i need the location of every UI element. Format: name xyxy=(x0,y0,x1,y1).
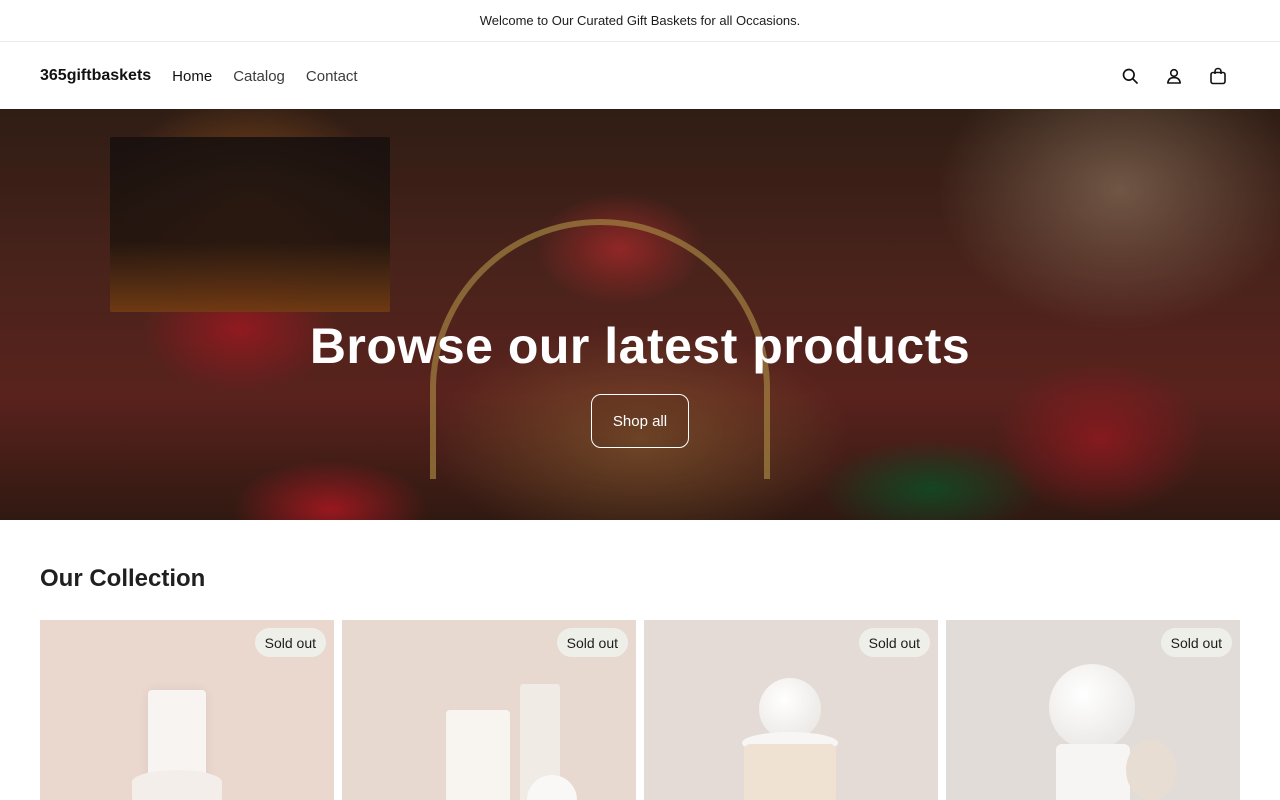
hero-overlay xyxy=(0,109,1280,520)
product-image-sphere xyxy=(759,678,821,740)
product-image-pedestal xyxy=(1056,744,1130,800)
announcement-text: Welcome to Our Curated Gift Baskets for … xyxy=(479,13,801,28)
product-image-pedestal xyxy=(744,744,836,800)
header-icons xyxy=(1120,43,1228,109)
product-card[interactable]: Sold out xyxy=(342,620,636,800)
hero-title: Browse our latest products xyxy=(309,318,971,374)
sold-out-badge: Sold out xyxy=(858,628,930,657)
product-image-base xyxy=(132,770,222,800)
product-card[interactable]: Sold out xyxy=(946,620,1240,800)
product-grid: Sold out Sold out Sold out Sold out xyxy=(40,620,1240,800)
announcement-bar: Welcome to Our Curated Gift Baskets for … xyxy=(0,0,1280,42)
site-header: 365giftbaskets Home Catalog Contact xyxy=(0,43,1280,109)
product-image-sphere xyxy=(1049,664,1135,750)
collection-title: Our Collection xyxy=(40,565,206,592)
search-icon[interactable] xyxy=(1120,66,1140,86)
sold-out-badge: Sold out xyxy=(1160,628,1232,657)
store-logo[interactable]: 365giftbaskets xyxy=(40,67,151,85)
account-icon[interactable] xyxy=(1164,66,1184,86)
product-card[interactable]: Sold out xyxy=(644,620,938,800)
hero-banner: Browse our latest products Shop all xyxy=(0,109,1280,520)
product-card[interactable]: Sold out xyxy=(40,620,334,800)
cart-icon[interactable] xyxy=(1208,66,1228,86)
sold-out-badge: Sold out xyxy=(254,628,326,657)
sold-out-badge: Sold out xyxy=(556,628,628,657)
nav-contact[interactable]: Contact xyxy=(306,68,358,85)
nav-catalog[interactable]: Catalog xyxy=(233,68,285,85)
product-image-orb xyxy=(1126,740,1176,800)
shop-all-button[interactable]: Shop all xyxy=(591,394,689,448)
nav-home[interactable]: Home xyxy=(172,68,212,85)
product-image-cylinder xyxy=(446,710,510,800)
main-nav: Home Catalog Contact xyxy=(172,68,357,85)
